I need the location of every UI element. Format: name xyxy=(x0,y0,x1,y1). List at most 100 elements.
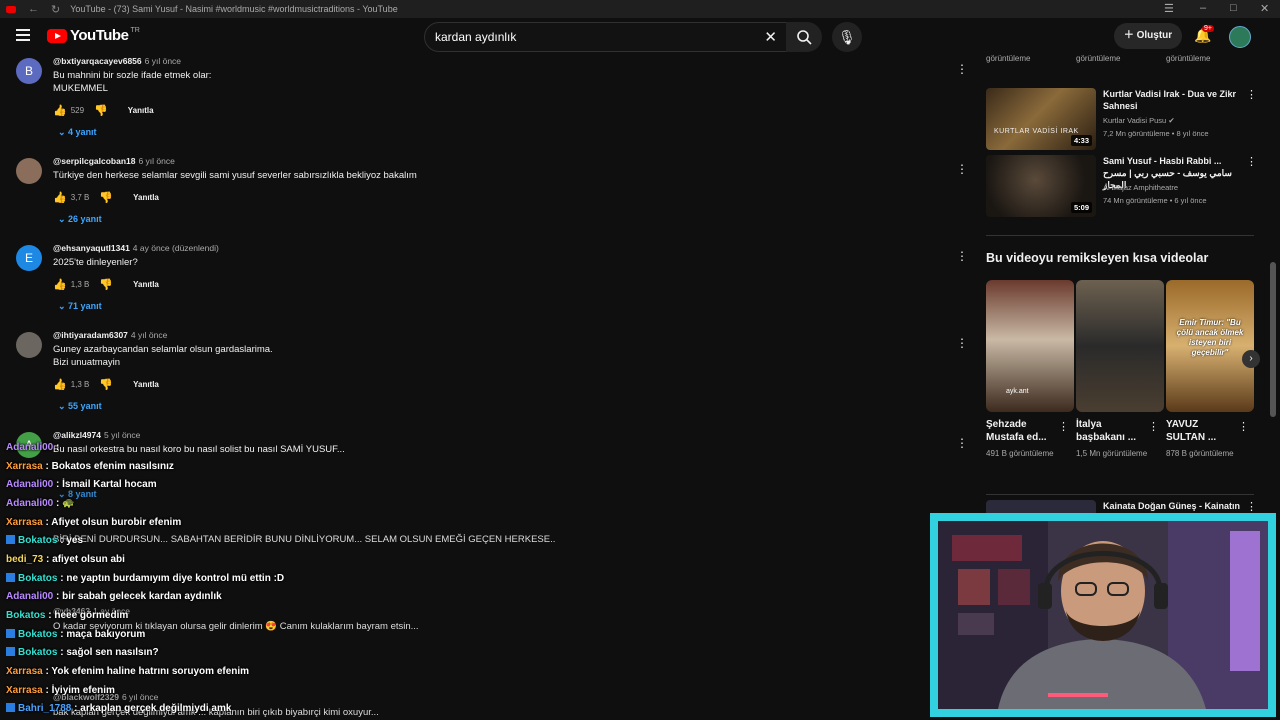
chat-text: sağol sen nasılsın? xyxy=(66,647,159,658)
comment-time[interactable]: 6 yıl önce xyxy=(122,692,158,702)
show-replies-button[interactable]: ⌄ 71 yanıt xyxy=(58,301,102,312)
short-thumbnail[interactable] xyxy=(1076,280,1164,412)
comment-more-icon[interactable]: ⋮ xyxy=(956,162,968,176)
video-more-icon[interactable]: ⋮ xyxy=(1246,155,1257,168)
chevron-right-icon[interactable]: › xyxy=(1242,350,1260,368)
comment-text: Bu mahnini bir sozle ifade etmek olar: MU… xyxy=(53,69,211,95)
short-item[interactable]: ayk.ant Şehzade Mustafa ed... 491 B görü… xyxy=(986,280,1074,460)
comment-line: Bu nasıl orkestra bu nasıl koro bu nasıl… xyxy=(53,444,345,455)
notification-count-badge: 9+ xyxy=(1202,25,1214,32)
short-more-icon[interactable]: ⋮ xyxy=(1238,420,1249,433)
like-count: 529 xyxy=(70,106,85,115)
section-divider xyxy=(986,235,1254,236)
comment-actions: 👍 1,3 B 👎 Yanıtla xyxy=(53,278,159,291)
short-more-icon[interactable]: ⋮ xyxy=(1058,420,1069,433)
maximize-icon[interactable]: □ xyxy=(1230,2,1237,14)
comment-header: @bxtiyarqacayev6856 6 yıl önce xyxy=(53,56,181,66)
chat-username: Bahri_1788 xyxy=(18,703,72,714)
comment-avatar[interactable]: E xyxy=(16,245,42,271)
menu-icon[interactable]: ☰ xyxy=(1164,2,1174,15)
comment-author[interactable]: @serpilcgalcoban18 xyxy=(53,156,135,166)
create-button[interactable]: ＋ Oluştur xyxy=(1114,23,1182,49)
account-avatar[interactable] xyxy=(1229,26,1251,48)
show-replies-button[interactable]: ⌄ 55 yanıt xyxy=(58,401,102,412)
comment-time[interactable]: 6 yıl önce xyxy=(138,156,174,166)
chat-username: Adanali00 xyxy=(6,591,54,602)
refresh-icon[interactable]: ↻ xyxy=(51,3,60,16)
recommended-video[interactable]: KURTLAR VADİSİ IRAK 4:33 Kurtlar Vadisi … xyxy=(986,88,1257,154)
comment-author[interactable]: @ihtiyaradam6307 xyxy=(53,330,128,340)
comment-time[interactable]: 4 ay önce (düzenlendi) xyxy=(133,243,219,253)
search-query: kardan aydınlık xyxy=(435,30,517,44)
comment-avatar[interactable] xyxy=(16,332,42,358)
like-icon[interactable]: 👍 xyxy=(53,278,67,291)
show-replies-button[interactable]: ⌄ 26 yanıt xyxy=(58,214,102,225)
short-item[interactable]: İtalya başbakanı ... 1,5 Mn görüntüleme … xyxy=(1076,280,1164,460)
video-more-icon[interactable]: ⋮ xyxy=(1246,88,1257,101)
chat-username: Bokatos xyxy=(18,629,58,640)
comment-time[interactable]: 5 yıl önce xyxy=(104,430,140,440)
comment-author[interactable]: @bxtiyarqacayev6856 xyxy=(53,56,142,66)
like-icon[interactable]: 👍 xyxy=(53,191,67,204)
short-item[interactable]: Emir Timur: "Bu çölü ancak ölmek isteyen… xyxy=(1166,280,1254,460)
shorts-section-heading: Bu videoyu remiksleyen kısa videolar xyxy=(986,251,1209,265)
twitch-badge-icon xyxy=(6,647,15,656)
video-thumbnail[interactable]: KURTLAR VADİSİ IRAK 4:33 xyxy=(986,88,1096,150)
short-thumbnail[interactable]: ayk.ant xyxy=(986,280,1074,412)
comment-author[interactable]: @alikzl4974 xyxy=(53,430,101,440)
chat-username: Bokatos xyxy=(6,610,46,621)
reply-button[interactable]: Yanıtla xyxy=(133,380,159,389)
short-thumbnail[interactable]: Emir Timur: "Bu çölü ancak ölmek isteyen… xyxy=(1166,280,1254,412)
dislike-icon[interactable]: 👎 xyxy=(99,278,113,291)
short-title[interactable]: Şehzade Mustafa ed... xyxy=(986,418,1060,444)
comment-text: Türkiye den herkese selamlar sevgili sam… xyxy=(53,169,417,182)
channel-name[interactable]: Kurtlar Vadisi Pusu ✔ xyxy=(1103,116,1175,125)
comment-more-icon[interactable]: ⋮ xyxy=(956,336,968,350)
chat-text: bir sabah gelecek kardan aydınlık xyxy=(62,591,222,602)
comment-time[interactable]: 6 yıl önce xyxy=(145,56,181,66)
search-input[interactable]: kardan aydınlık ✕ xyxy=(424,22,788,52)
comment-time[interactable]: 4 yıl önce xyxy=(131,330,167,340)
search-button[interactable] xyxy=(786,22,822,52)
short-title[interactable]: İtalya başbakanı ... xyxy=(1076,418,1150,444)
channel-name[interactable]: Al Majaz Amphitheatre xyxy=(1103,183,1178,192)
clear-search-icon[interactable]: ✕ xyxy=(764,28,777,46)
minimize-icon[interactable]: – xyxy=(1200,2,1206,14)
chat-message: Bokatos : yes xyxy=(6,535,83,546)
microphone-icon[interactable]: 🎙 xyxy=(832,22,862,52)
youtube-play-icon xyxy=(47,28,67,43)
recommended-video[interactable]: 5:09 Sami Yusuf - Hasbi Rabbi ... سامي ي… xyxy=(986,155,1257,221)
comment-actions: 👍 3,7 B 👎 Yanıtla xyxy=(53,191,159,204)
back-arrow-icon[interactable]: ← xyxy=(28,3,39,15)
comment-text: Bu nasıl orkestra bu nasıl koro bu nasıl… xyxy=(53,443,345,456)
video-thumbnail[interactable]: 5:09 xyxy=(986,155,1096,217)
guide-menu-icon[interactable] xyxy=(16,29,30,44)
comment-more-icon[interactable]: ⋮ xyxy=(956,62,968,76)
video-stats: 74 Mn görüntüleme • 6 yıl önce xyxy=(1103,196,1207,205)
video-more-icon[interactable]: ⋮ xyxy=(1246,500,1257,513)
reply-button[interactable]: Yanıtla xyxy=(133,193,159,202)
comment-text: Guney azarbaycandan selamlar olsun garda… xyxy=(53,343,273,369)
page-scrollbar[interactable] xyxy=(1270,262,1276,417)
reply-button[interactable]: Yanıtla xyxy=(133,280,159,289)
youtube-logo[interactable]: YouTube TR xyxy=(47,27,140,44)
dislike-icon[interactable]: 👎 xyxy=(99,378,113,391)
twitch-badge-icon xyxy=(6,573,15,582)
video-title[interactable]: Kainata Doğan Güneş - Kainatın xyxy=(1103,500,1243,512)
comment-avatar[interactable]: B xyxy=(16,58,42,84)
comment-more-icon[interactable]: ⋮ xyxy=(956,436,968,450)
video-title[interactable]: Kurtlar Vadisi Irak - Dua ve Zikr Sahnes… xyxy=(1103,88,1243,112)
close-window-icon[interactable]: ✕ xyxy=(1260,2,1269,15)
short-title[interactable]: YAVUZ SULTAN ... xyxy=(1166,418,1240,444)
reply-button[interactable]: Yanıtla xyxy=(128,106,154,115)
like-icon[interactable]: 👍 xyxy=(53,104,67,117)
comment-more-icon[interactable]: ⋮ xyxy=(956,249,968,263)
comment-line: MUKEMMEL xyxy=(53,83,108,94)
comment-avatar[interactable] xyxy=(16,158,42,184)
short-more-icon[interactable]: ⋮ xyxy=(1148,420,1159,433)
show-replies-button[interactable]: ⌄ 4 yanıt xyxy=(58,127,97,138)
dislike-icon[interactable]: 👎 xyxy=(94,104,108,117)
comment-author[interactable]: @ehsanyaqutl1341 xyxy=(53,243,130,253)
dislike-icon[interactable]: 👎 xyxy=(99,191,113,204)
like-icon[interactable]: 👍 xyxy=(53,378,67,391)
